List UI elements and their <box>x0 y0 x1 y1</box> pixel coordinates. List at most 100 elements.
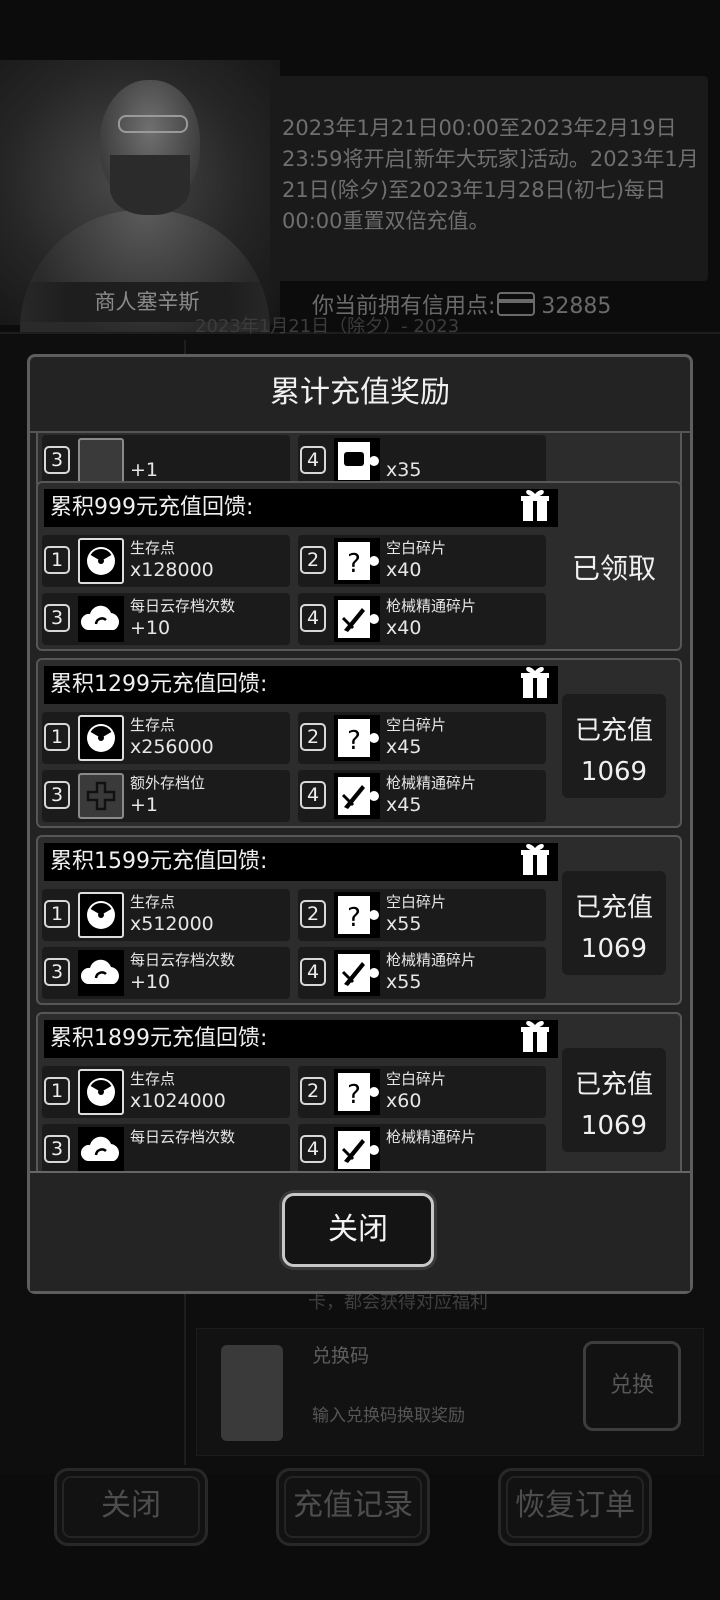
svg-text:?: ? <box>347 1080 361 1110</box>
item-name: 生存点 <box>130 1070 176 1088</box>
reward-item: 1 生存点 x256000 <box>42 712 290 764</box>
svg-text:?: ? <box>347 903 361 933</box>
gun-fragment-icon <box>334 596 380 642</box>
item-quantity: x40 <box>386 559 422 581</box>
shop-row-peek-text: 2023年1月21日（除夕）- 2023 <box>195 316 460 337</box>
recharged-amount: 1069 <box>580 934 648 964</box>
item-index: 4 <box>300 958 326 986</box>
item-quantity: x60 <box>386 1090 422 1112</box>
scroll-icon <box>221 1345 283 1441</box>
item-quantity: x35 <box>386 459 422 481</box>
gift-icon <box>521 1021 549 1052</box>
item-index: 1 <box>44 546 70 574</box>
reward-item: 2 ? 空白碎片 x40 <box>298 535 546 587</box>
item-quantity: x55 <box>386 971 422 993</box>
reward-item: 3 每日云存档次数 +10 <box>42 947 290 999</box>
item-name: 生存点 <box>130 716 176 734</box>
reward-tier: 累积1899元充值回馈: 1 生存点 x1024000 2 ? 空白碎片 x60… <box>36 1012 682 1171</box>
reward-item: 1 生存点 x512000 <box>42 889 290 941</box>
redeem-button[interactable]: 兑换 <box>583 1341 681 1431</box>
reward-tier: 累积1599元充值回馈: 1 生存点 x512000 2 ? 空白碎片 x55 … <box>36 835 682 1005</box>
item-index: 2 <box>300 723 326 751</box>
redeem-code-title: 兑换码 <box>312 1345 370 1367</box>
puzzle-question-icon: ? <box>334 1069 380 1115</box>
item-quantity: x45 <box>386 794 422 816</box>
item-name: 额外存档位 <box>130 774 206 792</box>
item-name: 空白碎片 <box>386 1070 447 1088</box>
item-index: 1 <box>44 723 70 751</box>
item-quantity: +1 <box>130 794 159 816</box>
gift-icon <box>521 844 549 875</box>
reward-item: 3 额外存档位 +1 <box>42 770 290 822</box>
gift-icon <box>521 490 549 521</box>
plus-slot-icon <box>78 438 124 484</box>
item-name: 生存点 <box>130 893 176 911</box>
item-quantity: +10 <box>130 971 171 993</box>
item-quantity: x256000 <box>130 736 214 758</box>
tier-status-progress: 已充值 1069 <box>562 1048 666 1152</box>
item-name: 枪械精通碎片 <box>386 1128 477 1146</box>
reward-item: 4 x35 <box>298 435 546 487</box>
gun-fragment-icon <box>334 773 380 819</box>
item-name: 每日云存档次数 <box>130 1128 236 1146</box>
gun-fragment-icon <box>334 950 380 996</box>
item-name: 每日云存档次数 <box>130 597 236 615</box>
redeem-code-description: 输入兑换码换取奖励 <box>312 1406 465 1426</box>
item-index: 4 <box>300 781 326 809</box>
item-index: 1 <box>44 900 70 928</box>
reward-item: 2 ? 空白碎片 x55 <box>298 889 546 941</box>
svg-text:?: ? <box>347 726 361 756</box>
gun-fragment-icon <box>334 1127 380 1171</box>
reward-tier-list[interactable]: 3 +1 4 x35 累积999元充值回馈: 1 生存点 x128000 2 ?… <box>36 433 684 1171</box>
puzzle-question-icon: ? <box>334 715 380 761</box>
dialog-title: 累计充值奖励 <box>30 357 690 433</box>
plus-slot-icon <box>78 773 124 819</box>
item-quantity: x55 <box>386 913 422 935</box>
item-index: 3 <box>44 958 70 986</box>
tier-title: 累积999元充值回馈: <box>44 489 558 527</box>
bottom-close-button[interactable]: 关闭 <box>54 1468 208 1546</box>
reward-item: 4 枪械精通碎片 x40 <box>298 593 546 645</box>
reward-item: 4 枪械精通碎片 x55 <box>298 947 546 999</box>
dialog-close-button[interactable]: 关闭 <box>282 1193 434 1267</box>
reward-item: 4 枪械精通碎片 <box>298 1124 546 1171</box>
item-quantity: x40 <box>386 617 422 639</box>
reward-item: 4 枪械精通碎片 x45 <box>298 770 546 822</box>
tier-status-progress: 已充值 1069 <box>562 871 666 975</box>
radiation-icon <box>78 538 124 584</box>
item-quantity: x128000 <box>130 559 214 581</box>
reward-item: 3 每日云存档次数 +10 <box>42 593 290 645</box>
item-quantity: +1 <box>130 459 159 481</box>
item-index: 3 <box>44 781 70 809</box>
tier-title: 累积1599元充值回馈: <box>44 843 558 881</box>
item-name: 空白碎片 <box>386 539 447 557</box>
gift-icon <box>521 667 549 698</box>
puzzle-question-icon: ? <box>334 538 380 584</box>
tier-status-claimed: 已领取 <box>571 552 656 585</box>
tier-title: 累积1899元充值回馈: <box>44 1020 558 1058</box>
item-name: 空白碎片 <box>386 716 447 734</box>
redeem-code-row: 兑换码 输入兑换码换取奖励 兑换 <box>196 1328 704 1456</box>
item-quantity: x45 <box>386 736 422 758</box>
recharge-records-button[interactable]: 充值记录 <box>276 1468 430 1546</box>
radiation-icon <box>78 892 124 938</box>
status-label: 已充值 <box>574 716 653 746</box>
reward-tier: 累积1299元充值回馈: 1 生存点 x256000 2 ? 空白碎片 x45 … <box>36 658 682 828</box>
puzzle-question-icon: ? <box>334 892 380 938</box>
item-index: 3 <box>44 1135 70 1163</box>
svg-text:?: ? <box>347 549 361 579</box>
status-label: 已充值 <box>574 1070 653 1100</box>
item-quantity: x512000 <box>130 913 214 935</box>
reward-item: 1 生存点 x128000 <box>42 535 290 587</box>
restore-order-button[interactable]: 恢复订单 <box>498 1468 652 1546</box>
tier-title: 累积1299元充值回馈: <box>44 666 558 704</box>
shield-fragment-icon <box>334 438 380 484</box>
reward-item: 3 每日云存档次数 <box>42 1124 290 1171</box>
item-name: 枪械精通碎片 <box>386 774 477 792</box>
cloud-sync-icon <box>78 596 124 642</box>
radiation-icon <box>78 1069 124 1115</box>
item-name: 空白碎片 <box>386 893 447 911</box>
recharged-amount: 1069 <box>580 1111 648 1141</box>
cloud-sync-icon <box>78 1127 124 1171</box>
reward-item: 3 +1 <box>42 435 290 487</box>
